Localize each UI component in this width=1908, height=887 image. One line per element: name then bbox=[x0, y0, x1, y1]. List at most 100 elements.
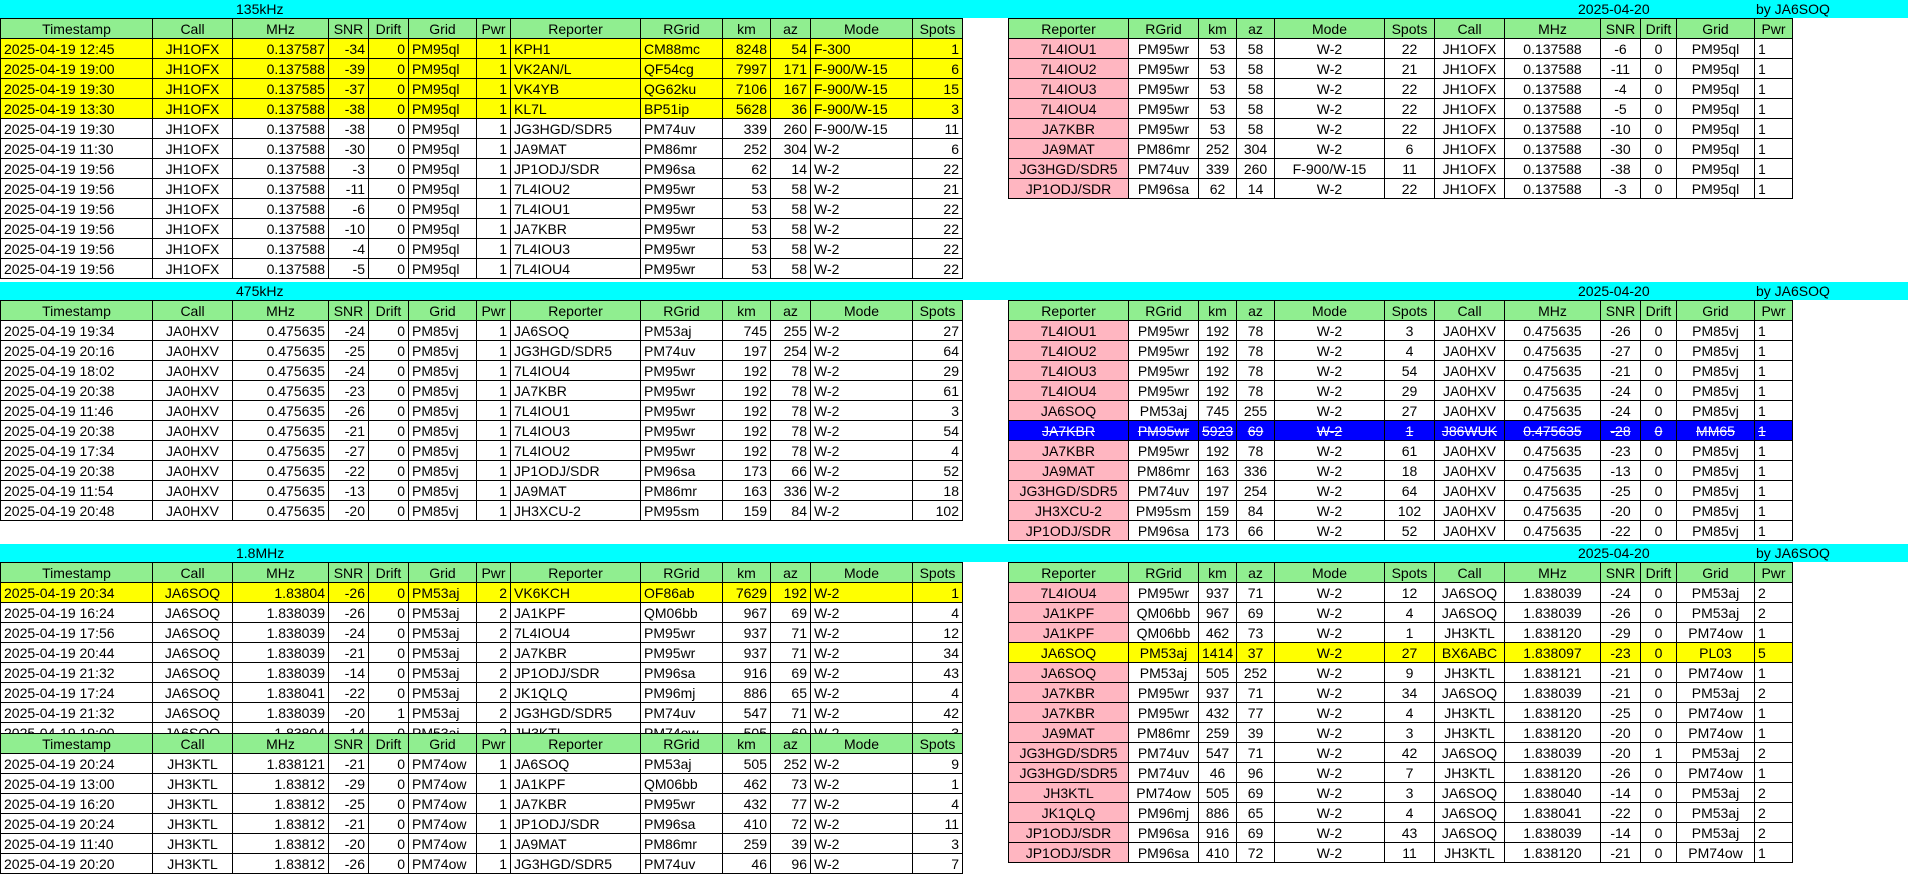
column-header[interactable]: Pwr bbox=[1754, 562, 1793, 583]
column-header[interactable]: Pwr bbox=[476, 300, 511, 321]
column-header[interactable]: Pwr bbox=[476, 733, 511, 754]
column-header[interactable]: Call bbox=[152, 562, 233, 583]
column-header[interactable]: Drift bbox=[368, 733, 409, 754]
column-header[interactable]: Reporter bbox=[510, 18, 641, 39]
column-header[interactable]: MHz bbox=[1504, 18, 1601, 39]
column-header[interactable]: Mode bbox=[810, 300, 913, 321]
column-header[interactable]: Timestamp bbox=[0, 733, 153, 754]
column-header[interactable]: Timestamp bbox=[0, 300, 153, 321]
column-header[interactable]: Grid bbox=[408, 733, 477, 754]
column-header[interactable]: Pwr bbox=[476, 18, 511, 39]
column-header[interactable]: Mode bbox=[810, 733, 913, 754]
column-header[interactable]: az bbox=[1236, 300, 1275, 321]
column-header[interactable]: az bbox=[770, 300, 811, 321]
column-header[interactable]: SNR bbox=[328, 18, 369, 39]
column-header[interactable]: Timestamp bbox=[0, 562, 153, 583]
column-header[interactable]: RGrid bbox=[1128, 300, 1199, 321]
column-header[interactable]: Mode bbox=[1274, 18, 1385, 39]
column-header[interactable]: Spots bbox=[912, 733, 963, 754]
column-header[interactable]: Mode bbox=[1274, 562, 1385, 583]
column-header[interactable]: Call bbox=[1434, 18, 1505, 39]
table-row: JA7KBR PM95wr 192 78 W-2 61 JA0HXV 0.475635 -23 0… bbox=[1008, 440, 1793, 461]
column-header[interactable]: km bbox=[722, 562, 771, 583]
column-header[interactable]: Drift bbox=[368, 300, 409, 321]
column-header[interactable]: Call bbox=[152, 733, 233, 754]
table-cell: PM74uv bbox=[640, 702, 723, 723]
column-header[interactable]: Drift bbox=[1640, 18, 1677, 39]
table-cell: 27 bbox=[1384, 400, 1435, 421]
column-header[interactable]: RGrid bbox=[1128, 562, 1199, 583]
column-header[interactable]: Call bbox=[152, 300, 233, 321]
table-cell: 43 bbox=[1384, 822, 1435, 843]
column-header[interactable]: Reporter bbox=[510, 733, 641, 754]
column-header[interactable]: Grid bbox=[1676, 18, 1755, 39]
column-header[interactable]: Grid bbox=[408, 562, 477, 583]
column-header[interactable]: Reporter bbox=[510, 300, 641, 321]
column-header[interactable]: Call bbox=[1434, 562, 1505, 583]
table-cell: JH1OFX bbox=[1434, 138, 1505, 159]
column-header[interactable]: RGrid bbox=[640, 562, 723, 583]
column-header[interactable]: Spots bbox=[1384, 300, 1435, 321]
column-header[interactable]: Grid bbox=[1676, 562, 1755, 583]
column-header[interactable]: km bbox=[1198, 18, 1237, 39]
table-cell: JH1OFX bbox=[1434, 78, 1505, 99]
column-header[interactable]: MHz bbox=[1504, 562, 1601, 583]
column-header[interactable]: Call bbox=[1434, 300, 1505, 321]
column-header[interactable]: Mode bbox=[810, 18, 913, 39]
column-header[interactable]: Reporter bbox=[1008, 300, 1129, 321]
column-header[interactable]: SNR bbox=[328, 733, 369, 754]
column-header[interactable]: az bbox=[770, 733, 811, 754]
column-header[interactable]: MHz bbox=[232, 562, 329, 583]
column-header[interactable]: Call bbox=[152, 18, 233, 39]
column-header[interactable]: Spots bbox=[1384, 562, 1435, 583]
column-header[interactable]: Grid bbox=[408, 300, 477, 321]
column-header[interactable]: km bbox=[1198, 300, 1237, 321]
column-header[interactable]: Grid bbox=[1676, 300, 1755, 321]
column-header[interactable]: SNR bbox=[328, 300, 369, 321]
column-header[interactable]: RGrid bbox=[640, 18, 723, 39]
column-header[interactable]: Drift bbox=[1640, 300, 1677, 321]
column-header[interactable]: az bbox=[1236, 562, 1275, 583]
column-header[interactable]: MHz bbox=[232, 18, 329, 39]
column-header[interactable]: Spots bbox=[1384, 18, 1435, 39]
column-header[interactable]: RGrid bbox=[1128, 18, 1199, 39]
table-cell: 304 bbox=[1236, 138, 1275, 159]
table-cell: 1 bbox=[476, 98, 511, 119]
column-header[interactable]: Mode bbox=[810, 562, 913, 583]
table-cell: 0 bbox=[1640, 38, 1677, 59]
column-header[interactable]: az bbox=[1236, 18, 1275, 39]
column-header[interactable]: MHz bbox=[232, 733, 329, 754]
column-header[interactable]: km bbox=[722, 733, 771, 754]
column-header[interactable]: SNR bbox=[1600, 300, 1641, 321]
column-header[interactable]: Grid bbox=[408, 18, 477, 39]
column-header[interactable]: az bbox=[770, 562, 811, 583]
table-cell: 77 bbox=[770, 793, 811, 814]
column-header[interactable]: Reporter bbox=[1008, 18, 1129, 39]
column-header[interactable]: Mode bbox=[1274, 300, 1385, 321]
column-header[interactable]: Pwr bbox=[476, 562, 511, 583]
column-header[interactable]: SNR bbox=[328, 562, 369, 583]
column-header[interactable]: Spots bbox=[912, 18, 963, 39]
column-header[interactable]: RGrid bbox=[640, 733, 723, 754]
column-header[interactable]: Pwr bbox=[1754, 18, 1793, 39]
column-header[interactable]: Pwr bbox=[1754, 300, 1793, 321]
column-header[interactable]: az bbox=[770, 18, 811, 39]
column-header[interactable]: Spots bbox=[912, 562, 963, 583]
column-header[interactable]: Reporter bbox=[1008, 562, 1129, 583]
column-header[interactable]: Spots bbox=[912, 300, 963, 321]
column-header[interactable]: Drift bbox=[368, 18, 409, 39]
column-header[interactable]: SNR bbox=[1600, 18, 1641, 39]
column-header[interactable]: RGrid bbox=[640, 300, 723, 321]
column-header[interactable]: SNR bbox=[1600, 562, 1641, 583]
table-cell: -5 bbox=[328, 258, 369, 279]
column-header[interactable]: Reporter bbox=[510, 562, 641, 583]
column-header[interactable]: km bbox=[722, 18, 771, 39]
column-header[interactable]: km bbox=[722, 300, 771, 321]
column-header[interactable]: Timestamp bbox=[0, 18, 153, 39]
column-header[interactable]: km bbox=[1198, 562, 1237, 583]
column-header[interactable]: Drift bbox=[1640, 562, 1677, 583]
column-header[interactable]: Drift bbox=[368, 562, 409, 583]
column-header[interactable]: MHz bbox=[1504, 300, 1601, 321]
table-row: JA1KPF QM06bb 462 73 W-2 1 JH3KTL 1.838120 -29 0 P… bbox=[1008, 622, 1793, 643]
column-header[interactable]: MHz bbox=[232, 300, 329, 321]
